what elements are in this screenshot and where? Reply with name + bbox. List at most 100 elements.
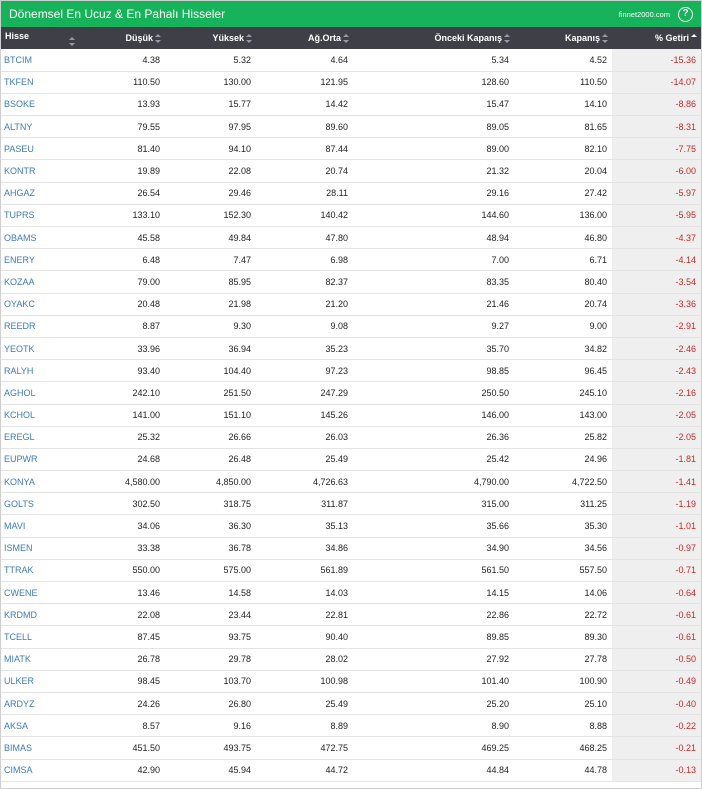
sort-icon[interactable] — [602, 34, 608, 44]
table-row[interactable]: BTCIM 4.38 5.32 4.64 5.34 4.52 -15.36 — [1, 49, 701, 72]
sort-icon[interactable] — [69, 36, 75, 46]
cell-low: 24.26 — [81, 692, 165, 716]
table-row[interactable]: KOZAA 79.00 85.95 82.37 83.35 80.40 -3.54 — [1, 270, 701, 294]
cell-symbol[interactable]: BIMAS — [1, 736, 81, 760]
table-row[interactable]: EUPWR 24.68 26.48 25.49 25.42 24.96 -1.81 — [1, 448, 701, 472]
cell-high: 22.08 — [165, 159, 256, 183]
cell-symbol[interactable]: GOLTS — [1, 492, 81, 516]
column-header-onceki-kapanis[interactable]: Önceki Kapanış — [353, 27, 514, 49]
cell-high: 36.78 — [165, 537, 256, 560]
cell-symbol[interactable]: TTRAK — [1, 559, 81, 583]
cell-symbol[interactable]: ISMEN — [1, 537, 81, 560]
cell-return: -5.95 — [612, 204, 701, 228]
table-row[interactable]: TTRAK 550.00 575.00 561.89 561.50 557.50 -0.71 — [1, 559, 701, 583]
table-row[interactable]: YEOTK 33.96 36.94 35.23 35.70 34.82 -2.46 — [1, 337, 701, 361]
table-row[interactable]: KRDMD 22.08 23.44 22.81 22.86 22.72 -0.61 — [1, 603, 701, 627]
cell-symbol[interactable]: KRDMD — [1, 603, 81, 627]
table-row[interactable]: TKFEN 110.50 130.00 121.95 128.60 110.50 -14.0… — [1, 71, 701, 94]
table-row[interactable]: MAVI 34.06 36.30 35.13 35.66 35.30 -1.01 — [1, 514, 701, 538]
cell-symbol[interactable]: ULKER — [1, 670, 81, 693]
cell-symbol[interactable]: CWENE — [1, 581, 81, 605]
table-row[interactable]: AKSA 8.57 9.16 8.89 8.90 8.88 -0.22 — [1, 714, 701, 738]
table-row[interactable]: KONYA 4,580.00 4,850.00 4,726.63 4,790.00 4,7… — [1, 470, 701, 494]
table-row[interactable]: ISMEN 33.38 36.78 34.86 34.90 34.56 -0.97 — [1, 537, 701, 560]
table-row[interactable]: AHGAZ 26.54 29.46 28.11 29.16 27.42 -5.97 — [1, 182, 701, 205]
table-row[interactable]: BSOKE 13.93 15.77 14.42 15.47 14.10 -8.86 — [1, 93, 701, 117]
table-row[interactable]: REEDR 8.87 9.30 9.08 9.27 9.00 -2.91 — [1, 315, 701, 338]
sort-ascending-icon[interactable] — [691, 34, 697, 43]
cell-symbol[interactable]: AHGAZ — [1, 182, 81, 205]
cell-symbol[interactable]: TKFEN — [1, 71, 81, 94]
cell-symbol[interactable]: AGHOL — [1, 381, 81, 405]
table-row[interactable]: RALYH 93.40 104.40 97.23 98.85 96.45 -2.43 — [1, 359, 701, 383]
column-header-kapanis[interactable]: Kapanış — [514, 27, 612, 49]
cell-symbol[interactable]: ARDYZ — [1, 692, 81, 716]
cell-avg: 140.42 — [256, 204, 353, 228]
cell-symbol[interactable]: ENERY — [1, 248, 81, 272]
cell-symbol[interactable]: OYAKC — [1, 293, 81, 316]
cell-symbol[interactable]: EREGL — [1, 426, 81, 449]
table-row[interactable]: TUPRS 133.10 152.30 140.42 144.60 136.00 -5.95 — [1, 204, 701, 228]
column-header-yuksek[interactable]: Yüksek — [165, 27, 256, 49]
table-row[interactable]: MIATK 26.78 29.78 28.02 27.92 27.78 -0.50 — [1, 648, 701, 671]
cell-prev-close: 27.92 — [353, 648, 514, 671]
column-header-label: Yüksek — [212, 32, 244, 43]
cell-return: -6.00 — [612, 159, 701, 183]
cell-symbol[interactable]: RALYH — [1, 359, 81, 383]
cell-symbol[interactable]: MAVI — [1, 514, 81, 538]
table-row[interactable]: CWENE 13.46 14.58 14.03 14.15 14.06 -0.64 — [1, 581, 701, 605]
cell-symbol[interactable]: CIMSA — [1, 759, 81, 782]
sort-icon[interactable] — [343, 34, 349, 44]
table-row[interactable]: GOLTS 302.50 318.75 311.87 315.00 311.25 -1.19 — [1, 492, 701, 516]
sort-icon[interactable] — [246, 34, 252, 44]
table-body: BTCIM 4.38 5.32 4.64 5.34 4.52 -15.36 TKFEN 110.… — [1, 49, 701, 782]
cell-symbol[interactable]: KCHOL — [1, 404, 81, 427]
help-icon[interactable]: ? — [678, 6, 693, 22]
column-header-dusuk[interactable]: Düşük — [81, 27, 165, 49]
sort-icon[interactable] — [155, 34, 161, 44]
table-row[interactable]: TCELL 87.45 93.75 90.40 89.85 89.30 -0.61 — [1, 625, 701, 649]
table-row[interactable]: AGHOL 242.10 251.50 247.29 250.50 245.10 -2.16 — [1, 381, 701, 405]
cell-symbol[interactable]: YEOTK — [1, 337, 81, 361]
table-row[interactable]: OBAMS 45.58 49.84 47.80 48.94 46.80 -4.37 — [1, 226, 701, 250]
table-row[interactable]: KONTR 19.89 22.08 20.74 21.32 20.04 -6.00 — [1, 159, 701, 183]
table-row[interactable]: ULKER 98.45 103.70 100.98 101.40 100.90 -0.49 — [1, 670, 701, 693]
brand-link[interactable]: finnet2000.com — [619, 10, 670, 19]
sort-icon[interactable] — [504, 34, 510, 44]
table-row[interactable]: BIMAS 451.50 493.75 472.75 469.25 468.25 -0.21 — [1, 736, 701, 760]
table-row[interactable]: CIMSA 42.90 45.94 44.72 44.84 44.78 -0.13 — [1, 759, 701, 782]
cell-symbol[interactable]: KOZAA — [1, 270, 81, 294]
table-row[interactable]: OYAKC 20.48 21.98 21.20 21.46 20.74 -3.36 — [1, 293, 701, 316]
cell-avg: 100.98 — [256, 670, 353, 693]
cell-symbol[interactable]: TUPRS — [1, 204, 81, 228]
column-header-ag-orta[interactable]: Ağ.Orta — [256, 27, 353, 49]
cell-symbol[interactable]: TCELL — [1, 625, 81, 649]
cell-symbol[interactable]: BSOKE — [1, 93, 81, 117]
cell-symbol[interactable]: REEDR — [1, 315, 81, 338]
cell-close: 20.74 — [514, 293, 612, 316]
cell-symbol[interactable]: KONYA — [1, 470, 81, 494]
cell-symbol[interactable]: AKSA — [1, 714, 81, 738]
cell-high: 49.84 — [165, 226, 256, 250]
cell-symbol[interactable]: MIATK — [1, 648, 81, 671]
cell-avg: 14.42 — [256, 93, 353, 117]
table-row[interactable]: EREGL 25.32 26.66 26.03 26.36 25.82 -2.05 — [1, 426, 701, 449]
cell-symbol[interactable]: PASEU — [1, 137, 81, 161]
table-row[interactable]: PASEU 81.40 94.10 87.44 89.00 82.10 -7.75 — [1, 137, 701, 161]
cell-avg: 97.23 — [256, 359, 353, 383]
cell-prev-close: 89.05 — [353, 115, 514, 139]
table-row[interactable]: ARDYZ 24.26 26.80 25.49 25.20 25.10 -0.40 — [1, 692, 701, 716]
cell-symbol[interactable]: KONTR — [1, 159, 81, 183]
cell-symbol[interactable]: OBAMS — [1, 226, 81, 250]
cell-avg: 25.49 — [256, 448, 353, 472]
cell-prev-close: 29.16 — [353, 182, 514, 205]
cell-symbol[interactable]: BTCIM — [1, 49, 81, 72]
cell-symbol[interactable]: EUPWR — [1, 448, 81, 472]
table-row[interactable]: ALTNY 79.55 97.95 89.60 89.05 81.65 -8.31 — [1, 115, 701, 139]
column-header-getiri[interactable]: % Getiri — [612, 27, 701, 49]
column-header-hisse[interactable]: Hisse — [1, 27, 81, 49]
table-row[interactable]: KCHOL 141.00 151.10 145.26 146.00 143.00 -2.05 — [1, 404, 701, 427]
cell-prev-close: 4,790.00 — [353, 470, 514, 494]
table-row[interactable]: ENERY 6.48 7.47 6.98 7.00 6.71 -4.14 — [1, 248, 701, 272]
cell-symbol[interactable]: ALTNY — [1, 115, 81, 139]
